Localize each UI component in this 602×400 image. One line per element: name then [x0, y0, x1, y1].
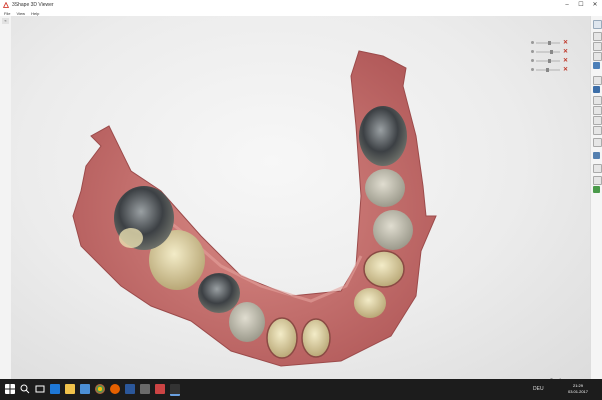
tooth-molar-dark-right [359, 106, 407, 166]
clock[interactable]: 21:29 03.01.2017 [568, 383, 588, 395]
tooth-lateral-left [229, 302, 265, 342]
tooth-lateral-right [354, 288, 386, 318]
maximize-button[interactable]: ☐ [574, 0, 588, 10]
store-icon[interactable] [80, 384, 90, 394]
pan-icon[interactable] [593, 106, 602, 115]
3d-viewport[interactable]: ✕ ✕ ✕ ✕ 3shape▲ [11, 16, 591, 387]
windows-icon[interactable] [5, 384, 15, 394]
task-view-icon[interactable] [35, 384, 45, 394]
tooth-premolar-right-1 [365, 169, 405, 207]
view-front-icon[interactable] [593, 32, 602, 41]
app-logo-icon [3, 2, 9, 8]
menu-help[interactable]: Help [31, 11, 39, 16]
tooth-premolar-right-2 [373, 210, 413, 250]
window-title: 3Shape 3D Viewer [12, 2, 54, 8]
transparency-slider[interactable] [536, 58, 560, 63]
section-icon[interactable] [593, 152, 600, 159]
word-icon[interactable] [125, 384, 135, 394]
transparency-slider[interactable] [536, 67, 560, 72]
dental-scan-model[interactable] [11, 16, 591, 379]
menu-view[interactable]: View [16, 11, 25, 16]
fit-icon[interactable] [593, 126, 602, 135]
transparency-slider[interactable] [536, 40, 560, 45]
axis-tool-icon[interactable] [593, 20, 602, 29]
scan-app-icon[interactable] [155, 384, 165, 394]
layer-row: ✕ [531, 56, 577, 65]
view-left-icon[interactable] [593, 52, 602, 61]
view-top-icon[interactable] [593, 76, 602, 85]
tooth-canine-right [363, 250, 405, 288]
measure-icon[interactable] [593, 138, 602, 147]
remove-layer-icon[interactable]: ✕ [563, 48, 568, 55]
window-controls: – ☐ ✕ [560, 0, 602, 10]
layer-row: ✕ [531, 65, 577, 74]
view-right-icon[interactable] [593, 62, 600, 69]
rotate-icon[interactable] [593, 116, 602, 125]
visibility-icon[interactable] [531, 59, 534, 62]
layer-row: ✕ [531, 47, 577, 56]
search-icon[interactable] [20, 384, 30, 394]
transparency-slider[interactable] [536, 49, 560, 54]
close-button[interactable]: ✕ [588, 0, 602, 10]
right-toolbar [590, 16, 602, 379]
remove-layer-icon[interactable]: ✕ [563, 66, 568, 73]
settings-icon[interactable] [593, 176, 602, 185]
screenshot-icon[interactable] [593, 164, 602, 173]
taskbar: DEU 21:29 03.01.2017 [0, 379, 602, 400]
visibility-icon[interactable] [531, 50, 534, 53]
tooth-incisor-left [266, 317, 298, 359]
tooth-canine-dark-left [198, 273, 240, 313]
view-bottom-icon[interactable] [593, 86, 600, 93]
layer-row: ✕ [531, 38, 577, 47]
tooth-incisor-right [301, 318, 331, 358]
remove-layer-icon[interactable]: ✕ [563, 57, 568, 64]
language-indicator[interactable]: DEU [533, 386, 544, 392]
layer-controls: ✕ ✕ ✕ ✕ [531, 38, 577, 74]
clock-date: 03.01.2017 [567, 389, 588, 394]
remove-layer-icon[interactable]: ✕ [563, 39, 568, 46]
firefox-icon[interactable] [110, 384, 120, 394]
menu-file[interactable]: File [4, 11, 10, 16]
check-icon[interactable] [593, 186, 600, 193]
zoom-icon[interactable] [593, 96, 602, 105]
view-back-icon[interactable] [593, 42, 602, 51]
chrome-icon[interactable] [95, 384, 105, 394]
visibility-icon[interactable] [531, 41, 534, 44]
visibility-icon[interactable] [531, 68, 534, 71]
expand-panel-button[interactable]: « [2, 18, 9, 24]
edge-icon[interactable] [50, 384, 60, 394]
title-bar: 3Shape 3D Viewer [0, 0, 602, 10]
minimize-button[interactable]: – [560, 0, 574, 10]
app-icon[interactable] [140, 384, 150, 394]
explorer-icon[interactable] [65, 384, 75, 394]
viewer-icon[interactable] [170, 384, 180, 396]
